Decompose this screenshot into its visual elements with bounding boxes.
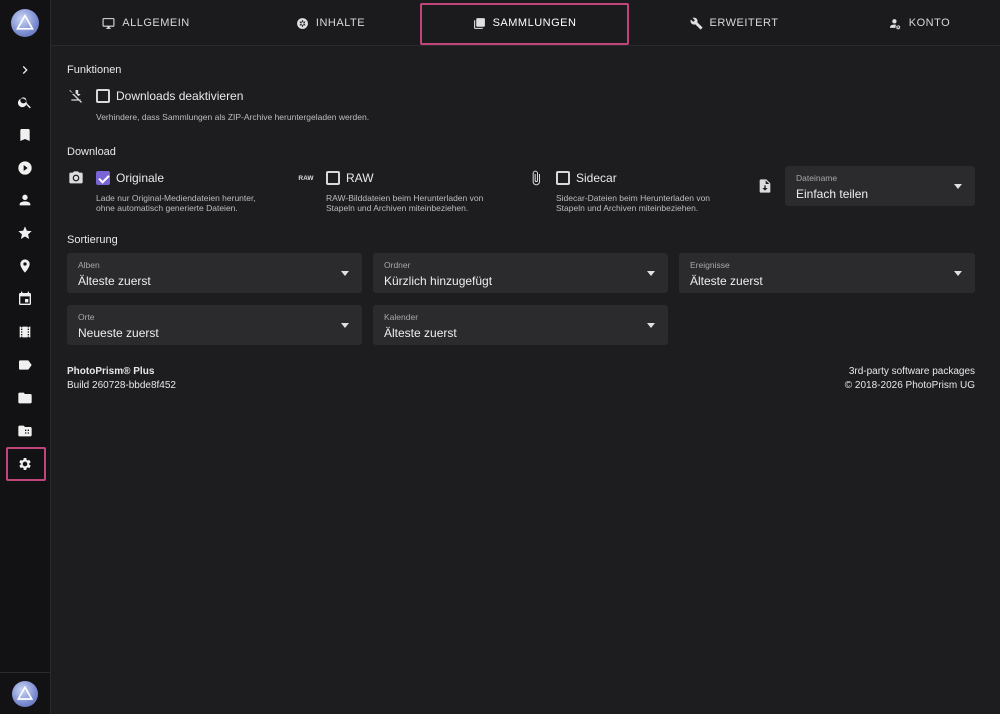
places-sort-select[interactable]: Orte Neueste zuerst [67,305,362,345]
moments-sort-label: Ereignisse [690,260,730,270]
functions-section-title: Funktionen [67,64,122,76]
file-download-icon [756,177,774,195]
tab-general-label: ALLGEMEIN [122,17,190,29]
raw-checkbox[interactable] [326,171,340,185]
chevron-down-icon [954,271,962,276]
user-avatar-icon[interactable] [12,681,38,707]
filename-select-value: Einfach teilen [796,187,869,201]
filename-select[interactable]: Dateiname Einfach teilen [785,166,975,206]
originals-hint-line-1: Lade nur Original-Mediendateien herunter… [96,193,256,203]
filename-select-label: Dateiname [796,173,838,183]
person-icon[interactable] [15,190,35,210]
tab-account-label: KONTO [908,17,951,29]
build-number: Build 260728-bbde8f452 [67,380,176,391]
originals-hint: Lade nur Original-Mediendateien herunter… [96,193,256,213]
folders-sort-select[interactable]: Ordner Kürzlich hinzugefügt [373,253,668,293]
third-party-link[interactable]: 3rd-party software packages [849,365,975,379]
sidebar-divider [0,672,51,673]
folders-sort-value: Kürzlich hinzugefügt [384,274,493,288]
calendar-sort-label: Kalender [384,312,419,322]
sidecar-hint-line-2: Stapeln und Archiven miteinbeziehen. [556,203,699,213]
tab-content-label: INHALTE [315,17,366,29]
sorting-section-title: Sortierung [67,234,118,246]
disable-downloads-checkbox[interactable] [96,89,110,103]
disable-downloads-label: Downloads deaktivieren [116,89,244,103]
download-off-icon [67,87,85,105]
originals-label: Originale [116,171,165,185]
albums-sort-select[interactable]: Alben Älteste zuerst [67,253,362,293]
calendar-sort-value: Älteste zuerst [384,326,457,340]
sidebar [0,0,51,714]
location-icon[interactable] [15,256,35,276]
search-icon[interactable] [15,92,35,112]
camera-icon [67,169,85,187]
raw-icon: RAW [298,174,314,182]
account-settings-icon [889,18,901,29]
sidecar-checkbox[interactable] [556,171,570,185]
app-logo-icon[interactable] [11,9,39,37]
calendar-sort-select[interactable]: Kalender Älteste zuerst [373,305,668,345]
chevron-down-icon [954,184,962,189]
tab-advanced-label: ERWEITERT [709,17,779,29]
film-icon[interactable] [15,322,35,342]
albums-sort-value: Älteste zuerst [78,274,151,288]
download-section-title: Download [67,146,116,158]
tab-content[interactable]: INHALTE [241,0,420,46]
folders-sort-label: Ordner [384,260,411,270]
originals-checkbox[interactable] [96,171,110,185]
raw-hint-line-2: Stapeln und Archiven miteinbeziehen. [326,203,469,213]
star-icon[interactable] [15,223,35,243]
sidecar-label: Sidecar [576,171,617,185]
moments-sort-select[interactable]: Ereignisse Älteste zuerst [679,253,975,293]
aperture-icon [297,17,308,29]
tab-advanced[interactable]: ERWEITERT [629,0,839,46]
wrench-icon [690,17,702,29]
places-sort-value: Neueste zuerst [78,326,159,340]
bookmark-icon[interactable] [15,125,35,145]
raw-hint-line-1: RAW-Bilddateien beim Herunterladen von [326,193,484,203]
raw-hint: RAW-Bilddateien beim Herunterladen von S… [326,193,483,213]
calendar-icon[interactable] [15,289,35,309]
sidecar-hint-line-1: Sidecar-Dateien beim Herunterladen von [556,193,711,203]
product-name: PhotoPrism® Plus [67,366,155,377]
moments-sort-value: Älteste zuerst [690,274,763,288]
paperclip-icon [527,169,545,187]
tab-account[interactable]: KONTO [839,0,1000,46]
disable-downloads-hint: Verhindere, dass Sammlungen als ZIP-Arch… [96,112,370,122]
chevron-down-icon [647,271,655,276]
albums-sort-label: Alben [78,260,100,270]
folder-icon[interactable] [15,388,35,408]
settings-icon[interactable] [15,454,35,474]
originals-hint-line-2: ohne automatisch generierte Dateien. [96,203,238,213]
expand-icon[interactable] [15,60,35,80]
copyright: © 2018-2026 PhotoPrism UG [844,380,975,391]
play-icon[interactable] [15,158,35,178]
sidecar-hint: Sidecar-Dateien beim Herunterladen von S… [556,193,710,213]
library-icon[interactable] [15,421,35,441]
raw-label: RAW [346,171,374,185]
monitor-icon [102,17,115,29]
tab-general[interactable]: ALLGEMEIN [51,0,241,46]
chevron-down-icon [341,323,349,328]
chevron-down-icon [341,271,349,276]
places-sort-label: Orte [78,312,95,322]
active-tab-highlight [420,3,629,45]
chevron-down-icon [647,323,655,328]
label-icon[interactable] [15,355,35,375]
